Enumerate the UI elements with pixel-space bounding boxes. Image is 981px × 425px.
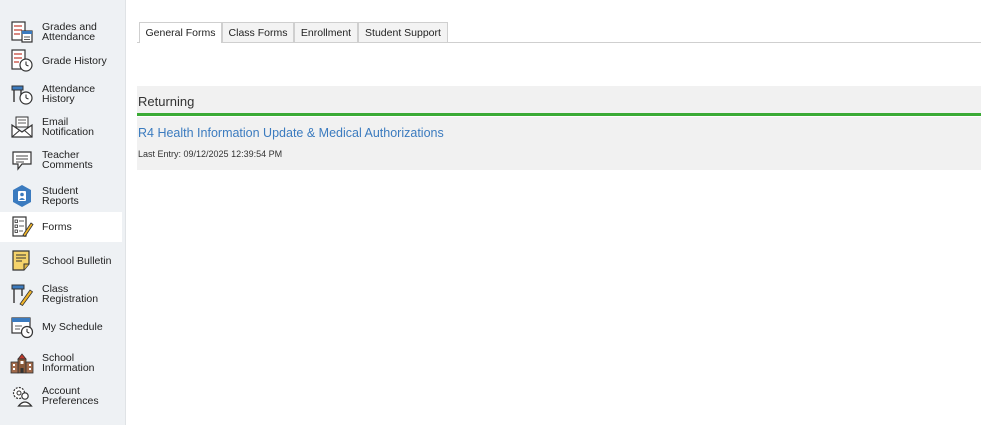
sidebar-item-label: Email Notification bbox=[42, 115, 94, 138]
grade-history-icon bbox=[10, 49, 34, 73]
forms-icon bbox=[10, 215, 34, 239]
tab-class-forms[interactable]: Class Forms bbox=[222, 22, 294, 42]
attendance-history-icon bbox=[10, 82, 34, 106]
form-item: R4 Health Information Update & Medical A… bbox=[137, 117, 981, 170]
sidebar-item-account-preferences[interactable]: Account Preferences bbox=[0, 379, 126, 413]
sidebar-item-label: My Schedule bbox=[42, 320, 103, 333]
sidebar-item-attendance-history[interactable]: Attendance History bbox=[0, 77, 126, 111]
schedule-icon bbox=[10, 315, 34, 339]
account-preferences-icon bbox=[10, 384, 34, 408]
sidebar-item-my-schedule[interactable]: My Schedule bbox=[0, 310, 126, 344]
sidebar-item-label: Class Registration bbox=[42, 282, 99, 305]
sidebar-item-label: Grades and Attendance bbox=[42, 20, 97, 43]
sidebar-nav: Grades and Attendance Grade History Atte… bbox=[0, 0, 126, 425]
sidebar-item-grade-history[interactable]: Grade History bbox=[0, 44, 126, 78]
sidebar-item-label: School Bulletin bbox=[42, 254, 112, 267]
sidebar-item-teacher-comments[interactable]: Teacher Comments bbox=[0, 143, 126, 177]
sidebar-item-class-registration[interactable]: Class Registration bbox=[0, 277, 126, 311]
tab-enrollment[interactable]: Enrollment bbox=[294, 22, 358, 42]
section-title: Returning bbox=[138, 94, 195, 109]
sidebar-item-student-reports[interactable]: Student Reports bbox=[0, 179, 126, 213]
student-reports-icon bbox=[10, 184, 34, 208]
sidebar-item-school-bulletin[interactable]: School Bulletin bbox=[0, 244, 126, 278]
grades-attendance-icon bbox=[10, 20, 34, 44]
form-last-entry: Last Entry: 09/12/2025 12:39:54 PM bbox=[138, 149, 283, 159]
app: Grades and Attendance Grade History Atte… bbox=[0, 0, 981, 425]
sidebar-item-school-information[interactable]: School Information bbox=[0, 346, 126, 380]
tab-general-forms[interactable]: General Forms bbox=[139, 22, 222, 43]
sidebar-item-forms[interactable]: Forms bbox=[0, 212, 122, 242]
forms-tab-bar: General Forms Class Forms Enrollment Stu… bbox=[137, 22, 981, 43]
form-title-link[interactable]: R4 Health Information Update & Medical A… bbox=[138, 126, 444, 140]
tab-student-support[interactable]: Student Support bbox=[358, 22, 448, 42]
sidebar-item-label: Account Preferences bbox=[42, 384, 99, 407]
comment-icon bbox=[10, 148, 34, 172]
sidebar-item-label: Student Reports bbox=[42, 184, 79, 207]
sidebar-item-email-notification[interactable]: Email Notification bbox=[0, 110, 126, 144]
class-registration-icon bbox=[10, 282, 34, 306]
sidebar-item-label: Attendance History bbox=[42, 82, 96, 105]
sidebar-item-label: Forms bbox=[42, 220, 72, 233]
sidebar-item-label: Grade History bbox=[42, 54, 107, 67]
sidebar-item-label: School Information bbox=[42, 351, 95, 374]
section-header: Returning bbox=[137, 86, 981, 116]
school-icon bbox=[10, 351, 34, 375]
bulletin-icon bbox=[10, 249, 34, 273]
sidebar-item-label: Teacher Comments bbox=[42, 148, 93, 171]
email-icon bbox=[10, 115, 34, 139]
